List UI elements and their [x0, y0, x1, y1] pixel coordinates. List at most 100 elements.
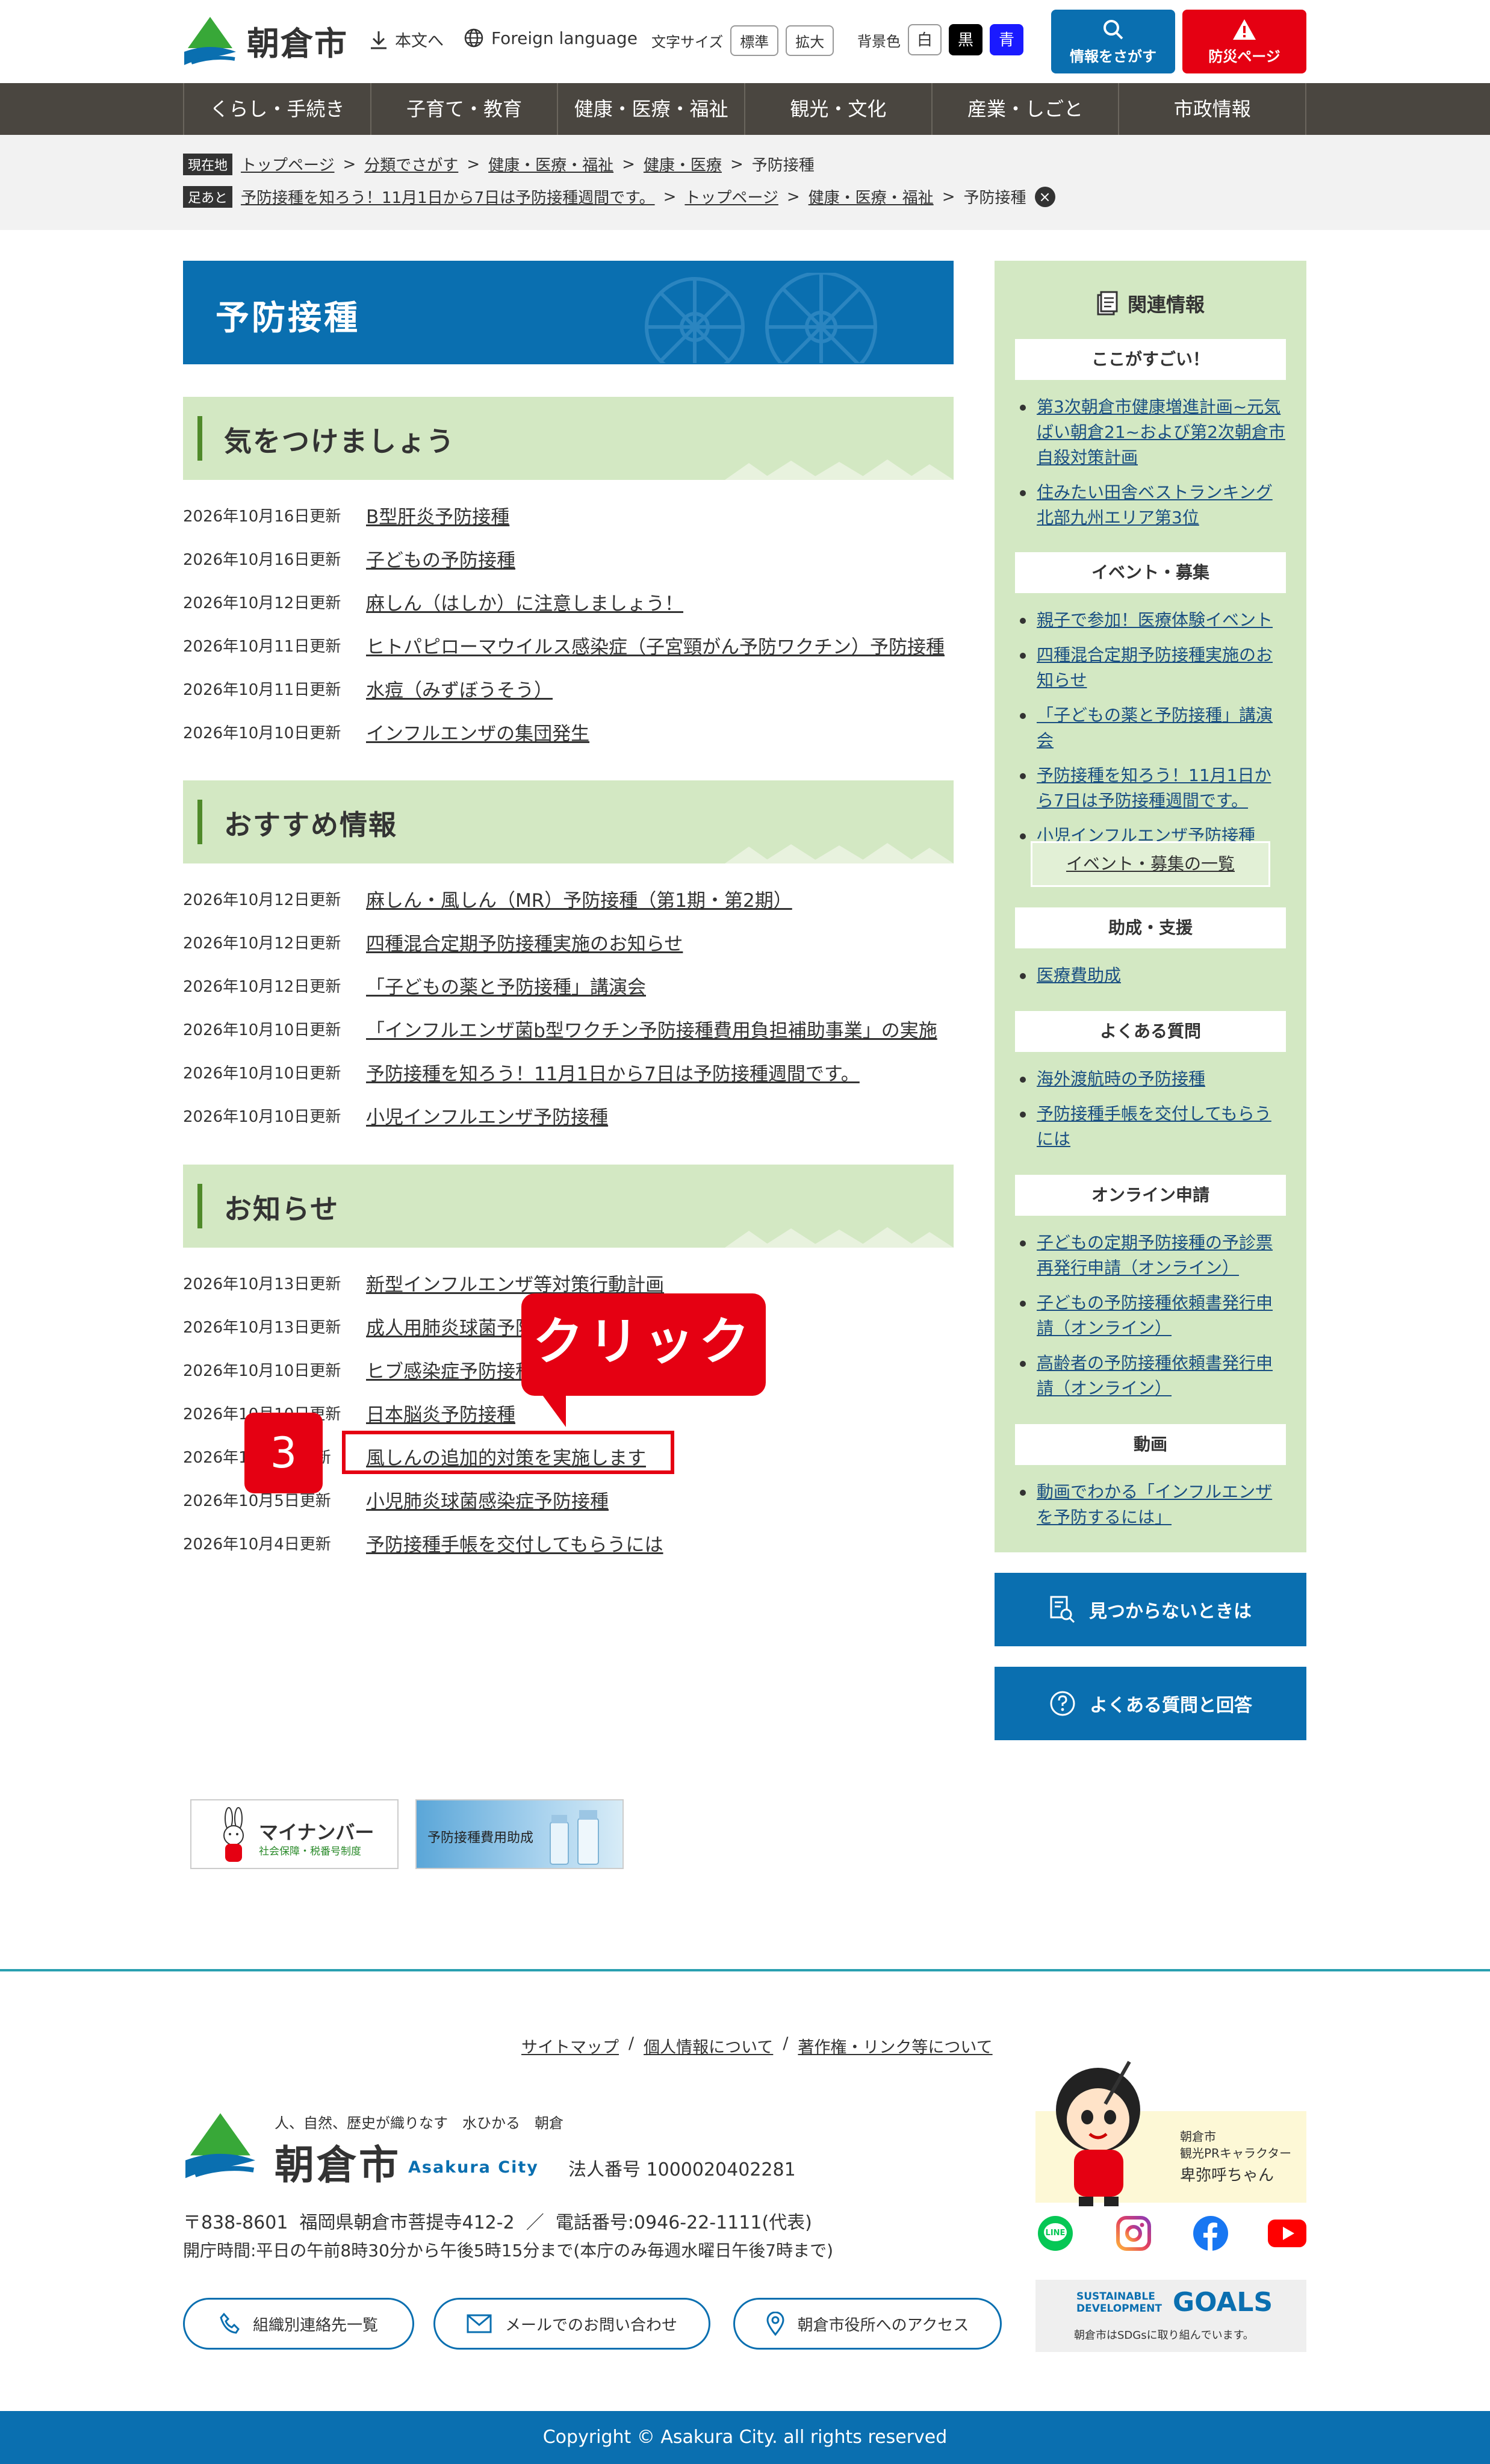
breadcrumb-link[interactable]: 健康・医療: [644, 153, 722, 175]
list-item: 2026年10月10日更新 予防接種を知ろう！11月1日から7日は予防接種週間です…: [183, 1050, 954, 1094]
contacts-button[interactable]: 組織別連絡先一覧: [183, 2298, 414, 2350]
sidebar-link[interactable]: 第3次朝倉市健康増進計画~元気ばい朝倉21~および第2次朝倉市自殺対策計画: [1037, 397, 1285, 467]
sdgs-banner[interactable]: SUSTAINABLE DEVELOPMENT GOALS 朝倉市はSDGsに取…: [1035, 2280, 1306, 2352]
list-item: 2026年10月10日更新 インフルエンザの集団発生: [183, 710, 954, 753]
not-found-button[interactable]: 見つからないときは: [995, 1573, 1306, 1646]
vaccine-subsidy-label: 予防接種費用助成: [427, 1831, 534, 1846]
list-item: 2026年10月16日更新 子どもの予防接種: [183, 537, 954, 580]
history-link[interactable]: 予防接種を知ろう！11月1日から7日は予防接種週間です。: [241, 185, 655, 208]
youtube-icon[interactable]: [1268, 2220, 1306, 2247]
news-link[interactable]: 水痘（みずぼうそう）: [366, 675, 553, 702]
search-info-button[interactable]: 情報をさがす: [1051, 10, 1175, 73]
warning-icon: [1233, 19, 1256, 40]
news-link[interactable]: 日本脳炎予防接種: [366, 1399, 515, 1426]
sidebar-group-title: 動画: [1015, 1424, 1286, 1465]
news-link[interactable]: 四種混合定期予防接種実施のお知らせ: [366, 929, 683, 956]
sidebar-link[interactable]: 子どもの定期予防接種の予診票再発行申請（オンライン）: [1037, 1233, 1273, 1278]
update-date: 2026年10月10日更新: [183, 1021, 341, 1039]
decorative-mountains: [725, 459, 954, 480]
nav-item-life[interactable]: くらし・手続き: [184, 83, 371, 135]
sidebar-link[interactable]: 予防接種を知ろう！11月1日から7日は予防接種週間です。: [1037, 765, 1271, 810]
breadcrumb-area: 現在地 トップページ > 分類でさがす > 健康・医療・福祉 > 健康・医療 >…: [0, 135, 1490, 230]
list-item: 2026年10月4日更新 予防接種手帳を交付してもらうには: [183, 1521, 954, 1564]
sidebar-link[interactable]: 動画でわかる「インフルエンザを予防するには」: [1037, 1482, 1272, 1527]
sidebar-link[interactable]: 四種混合定期予防接種実施のお知らせ: [1037, 645, 1273, 690]
news-link[interactable]: 新型インフルエンザ等対策行動計画: [366, 1269, 664, 1296]
sidebar-title: 関連情報: [1127, 293, 1205, 316]
nav-item-tourism[interactable]: 観光・文化: [745, 83, 933, 135]
nav-item-health[interactable]: 健康・医療・福祉: [558, 83, 746, 135]
sidebar-link[interactable]: 住みたい田舎ベストランキング 北部九州エリア第3位: [1037, 482, 1273, 527]
document-icon: [1097, 291, 1118, 316]
disaster-page-button[interactable]: 防災ページ: [1182, 10, 1306, 73]
sidebar-link[interactable]: 予防接種手帳を交付してもらうには: [1037, 1104, 1271, 1149]
history-link[interactable]: トップページ: [684, 185, 778, 208]
section-title: 気をつけましょう: [224, 425, 455, 458]
history-tag: 足あと: [183, 185, 233, 208]
question-circle-icon: [1050, 1691, 1075, 1716]
sidebar-link[interactable]: 医療費助成: [1037, 965, 1121, 985]
bg-white-button[interactable]: 白: [908, 24, 942, 55]
news-link[interactable]: B型肝炎予防接種: [366, 502, 509, 529]
sidebar-link[interactable]: 「子どもの薬と予防接種」講演会: [1037, 705, 1273, 750]
vaccine-subsidy-banner[interactable]: 予防接種費用助成: [415, 1799, 624, 1869]
site-logo[interactable]: 朝倉市: [183, 14, 348, 66]
history-link[interactable]: 健康・医療・福祉: [809, 185, 934, 208]
news-link[interactable]: 小児肺炎球菌感染症予防接種: [366, 1486, 609, 1513]
facebook-icon[interactable]: [1193, 2216, 1228, 2251]
nav-item-city-admin[interactable]: 市政情報: [1119, 83, 1307, 135]
mynumber-title: マイナンバー: [259, 1821, 374, 1844]
font-large-button[interactable]: 拡大: [786, 25, 834, 56]
instagram-icon[interactable]: [1116, 2216, 1151, 2251]
news-link[interactable]: インフルエンザの集団発生: [366, 718, 589, 745]
sidebar-link[interactable]: 海外渡航時の予防接種: [1037, 1069, 1205, 1089]
news-link[interactable]: 麻しん・風しん（MR）予防接種（第1期・第2期）: [366, 885, 792, 912]
update-date: 2026年10月11日更新: [183, 637, 341, 656]
sidebar-list: 第3次朝倉市健康増進計画~元気ばい朝倉21~および第2次朝倉市自殺対策計画 住み…: [1015, 394, 1286, 540]
news-link[interactable]: ヒトパピローマウイルス感染症（子宮頸がん予防ワクチン）予防接種: [366, 632, 945, 659]
mail-contact-button[interactable]: メールでのお問い合わせ: [433, 2298, 710, 2350]
breadcrumb-current: 予防接種: [751, 157, 815, 175]
news-link[interactable]: 「子どもの薬と予防接種」講演会: [366, 972, 646, 999]
sidebar-link[interactable]: 高齢者の予防接種依頼書発行申請（オンライン）: [1037, 1353, 1273, 1398]
news-link[interactable]: 麻しん（はしか）に注意しましょう！: [366, 588, 683, 615]
page-title: 予防接種: [216, 299, 360, 338]
site-name: 朝倉市: [247, 24, 348, 63]
sidebar-list-item: 「子どもの薬と予防接種」講演会: [1015, 703, 1286, 753]
section-heading-notices: お知らせ: [183, 1165, 954, 1248]
decorative-wheel-pattern: [645, 273, 877, 363]
sdgs-title-1: SUSTAINABLE: [1076, 2291, 1155, 2303]
privacy-link[interactable]: 個人情報について: [644, 2034, 773, 2058]
news-link[interactable]: 予防接種手帳を交付してもらうには: [366, 1529, 663, 1557]
breadcrumb-link[interactable]: 健康・医療・福祉: [488, 153, 613, 175]
sidebar-link[interactable]: 親子で参加！医療体験イベント: [1037, 610, 1273, 630]
breadcrumb-link[interactable]: トップページ: [241, 153, 334, 175]
news-link[interactable]: ヒブ感染症予防接種: [366, 1356, 534, 1383]
font-standard-button[interactable]: 標準: [730, 25, 779, 56]
news-link[interactable]: 予防接種を知ろう！11月1日から7日は予防接種週間です。: [366, 1059, 860, 1086]
nav-item-industry[interactable]: 産業・しごと: [933, 83, 1120, 135]
sidebar-link[interactable]: 子どもの予防接種依頼書発行申請（オンライン）: [1037, 1293, 1273, 1338]
faq-button[interactable]: よくある質問と回答: [995, 1667, 1306, 1740]
foreign-language-link[interactable]: Foreign language: [464, 28, 638, 48]
skip-to-main-link[interactable]: 本文へ: [370, 28, 444, 51]
sitemap-link[interactable]: サイトマップ: [521, 2034, 619, 2058]
news-link[interactable]: 小児インフルエンザ予防接種: [366, 1102, 608, 1129]
news-link[interactable]: 「インフルエンザ菌b型ワクチン予防接種費用負担補助事業」の実施: [366, 1015, 937, 1042]
nav-item-childcare[interactable]: 子育て・教育: [371, 83, 559, 135]
decorative-mountains: [725, 843, 954, 863]
faq-label: よくある質問と回答: [1090, 1695, 1252, 1716]
mynumber-banner[interactable]: マイナンバー 社会保障・税番号制度: [190, 1799, 399, 1869]
copyright-link[interactable]: 著作権・リンク等について: [798, 2034, 992, 2058]
bg-black-button[interactable]: 黒: [949, 24, 982, 55]
event-list-button[interactable]: イベント・募集の一覧: [1031, 841, 1270, 887]
news-link[interactable]: 子どもの予防接種: [366, 545, 515, 572]
callout-tail: [539, 1391, 566, 1427]
access-button[interactable]: 朝倉市役所へのアクセス: [733, 2298, 1002, 2350]
clear-history-close-icon[interactable]: ×: [1034, 186, 1055, 207]
breadcrumb-link[interactable]: 分類でさがす: [364, 153, 458, 175]
sidebar-list-item: 予防接種を知ろう！11月1日から7日は予防接種週間です。: [1015, 763, 1286, 814]
bg-blue-button[interactable]: 青: [990, 24, 1023, 55]
line-icon[interactable]: LINE: [1038, 2216, 1073, 2251]
footer-city-name: 朝倉市: [275, 2142, 401, 2188]
